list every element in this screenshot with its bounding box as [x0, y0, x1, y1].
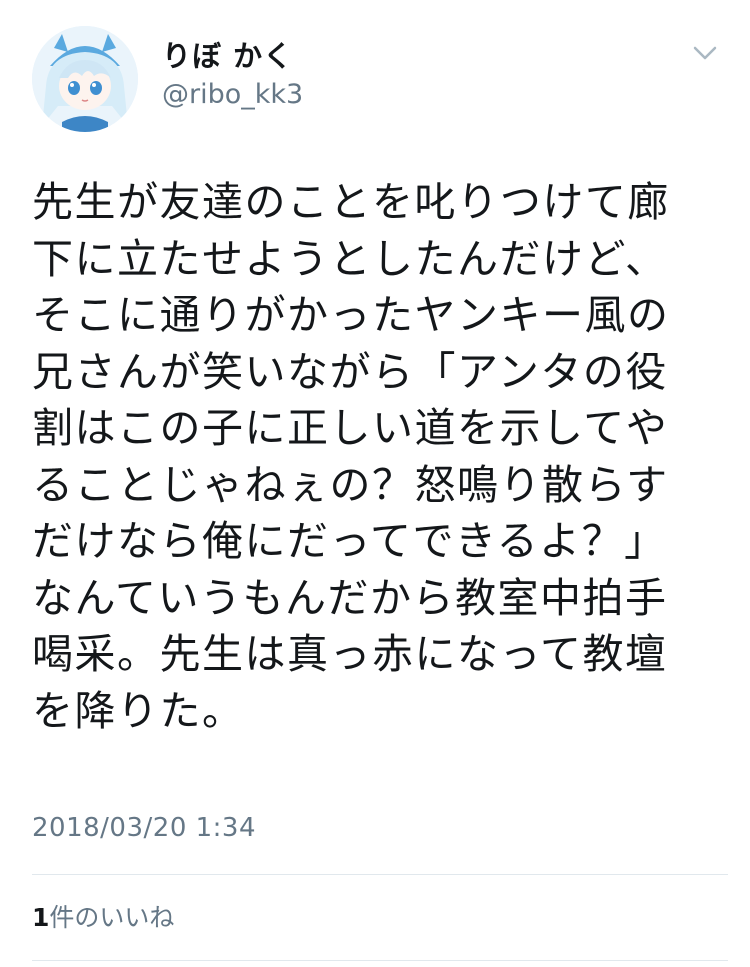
chevron-down-icon[interactable] — [690, 38, 720, 68]
user-names: りぼ かく @ribo_kk3 — [162, 38, 303, 114]
tweet-text-line: を降りた。 — [32, 686, 245, 735]
tweet-text-line: なんていうもんだから教室中拍手 — [32, 573, 668, 622]
likes-summary[interactable]: 1件のいいね — [32, 898, 174, 934]
tweet-text-line: 割はこの子に正しい道を示してや — [32, 404, 669, 452]
tweet: りぼ かく @ribo_kk3 先生が友達のことを叱りつけて廊 下に立たせようと… — [0, 0, 750, 967]
tweet-text-line: そこに通りがかったヤンキー風の — [32, 291, 670, 339]
tweet-timestamp[interactable]: 2018/03/20 1:34 — [32, 813, 256, 843]
avatar[interactable] — [32, 26, 138, 132]
tweet-text-line: 先生が友達のことを叱りつけて廊 — [32, 178, 670, 226]
divider — [32, 960, 728, 961]
tweet-text-line: だけなら俺にだってできるよ？」 — [32, 517, 667, 565]
tweet-text-line: 下に立たせようとしたんだけど、 — [32, 234, 668, 283]
user-handle[interactable]: @ribo_kk3 — [162, 76, 303, 114]
tweet-text: 先生が友達のことを叱りつけて廊 下に立たせようとしたんだけど、 そこに通りがかっ… — [32, 174, 722, 739]
likes-count: 1 — [32, 903, 50, 932]
likes-label: 件のいいね — [49, 903, 175, 932]
tweet-text-line: ることじゃねぇの？怒鳴り散らす — [32, 460, 669, 509]
tweet-header: りぼ かく @ribo_kk3 — [32, 26, 732, 136]
tweet-text-line: 兄さんが笑いながら「アンタの役 — [32, 347, 668, 396]
divider — [32, 874, 728, 875]
tweet-text-line: 喝采。先生は真っ赤になって教壇 — [32, 630, 668, 678]
avatar-image — [32, 26, 138, 132]
display-name[interactable]: りぼ かく — [162, 38, 303, 74]
